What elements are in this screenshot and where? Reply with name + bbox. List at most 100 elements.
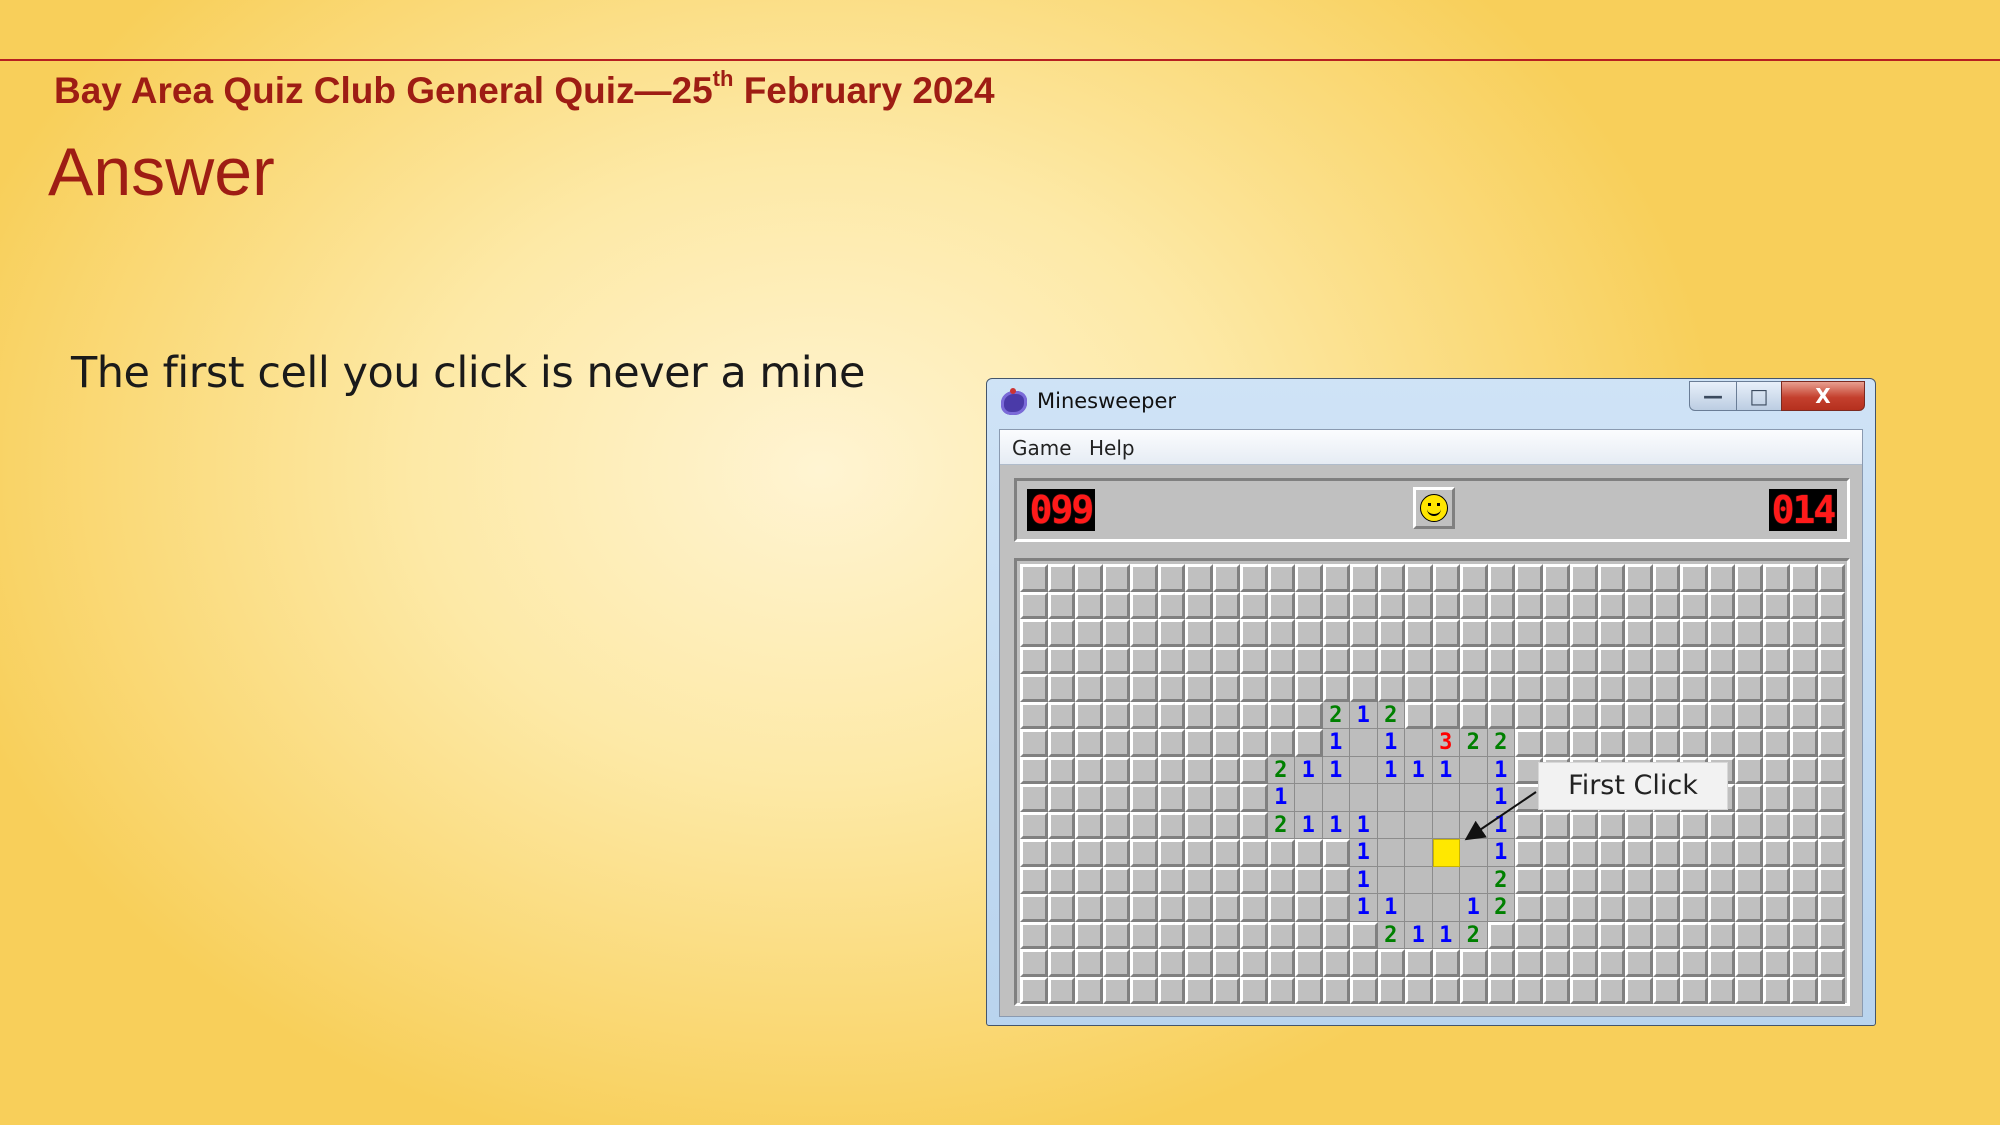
hidden-cell[interactable]: [1680, 564, 1708, 592]
hidden-cell[interactable]: [1075, 921, 1103, 949]
hidden-cell[interactable]: [1762, 701, 1790, 729]
hidden-cell[interactable]: [1735, 784, 1763, 812]
hidden-cell[interactable]: [1212, 949, 1240, 977]
hidden-cell[interactable]: [1377, 949, 1405, 977]
hidden-cell[interactable]: [1267, 976, 1295, 1004]
hidden-cell[interactable]: [1597, 646, 1625, 674]
hidden-cell[interactable]: [1625, 839, 1653, 867]
hidden-cell[interactable]: [1790, 866, 1818, 894]
hidden-cell[interactable]: [1817, 839, 1845, 867]
hidden-cell[interactable]: [1405, 591, 1433, 619]
hidden-cell[interactable]: [1020, 976, 1048, 1004]
hidden-cell[interactable]: [1570, 976, 1598, 1004]
hidden-cell[interactable]: [1652, 949, 1680, 977]
hidden-cell[interactable]: [1212, 591, 1240, 619]
hidden-cell[interactable]: [1570, 701, 1598, 729]
hidden-cell[interactable]: [1542, 894, 1570, 922]
hidden-cell[interactable]: [1432, 591, 1460, 619]
hidden-cell[interactable]: [1295, 729, 1323, 757]
hidden-cell[interactable]: [1102, 729, 1130, 757]
hidden-cell[interactable]: [1597, 591, 1625, 619]
hidden-cell[interactable]: [1707, 729, 1735, 757]
hidden-cell[interactable]: [1047, 921, 1075, 949]
hidden-cell[interactable]: [1130, 674, 1158, 702]
hidden-cell[interactable]: [1322, 921, 1350, 949]
hidden-cell[interactable]: [1735, 839, 1763, 867]
hidden-cell[interactable]: [1350, 976, 1378, 1004]
hidden-cell[interactable]: [1817, 591, 1845, 619]
hidden-cell[interactable]: [1817, 894, 1845, 922]
hidden-cell[interactable]: [1295, 701, 1323, 729]
hidden-cell[interactable]: [1487, 701, 1515, 729]
hidden-cell[interactable]: [1020, 756, 1048, 784]
hidden-cell[interactable]: [1735, 866, 1763, 894]
hidden-cell[interactable]: [1350, 591, 1378, 619]
hidden-cell[interactable]: [1377, 674, 1405, 702]
hidden-cell[interactable]: [1515, 949, 1543, 977]
hidden-cell[interactable]: [1212, 811, 1240, 839]
hidden-cell[interactable]: [1625, 646, 1653, 674]
hidden-cell[interactable]: [1295, 619, 1323, 647]
hidden-cell[interactable]: [1075, 811, 1103, 839]
hidden-cell[interactable]: [1625, 564, 1653, 592]
hidden-cell[interactable]: [1790, 784, 1818, 812]
hidden-cell[interactable]: [1625, 921, 1653, 949]
hidden-cell[interactable]: [1707, 619, 1735, 647]
hidden-cell[interactable]: [1597, 976, 1625, 1004]
hidden-cell[interactable]: [1185, 921, 1213, 949]
hidden-cell[interactable]: [1680, 674, 1708, 702]
hidden-cell[interactable]: [1130, 701, 1158, 729]
hidden-cell[interactable]: [1707, 921, 1735, 949]
hidden-cell[interactable]: [1185, 729, 1213, 757]
hidden-cell[interactable]: [1432, 976, 1460, 1004]
hidden-cell[interactable]: [1047, 949, 1075, 977]
hidden-cell[interactable]: [1295, 564, 1323, 592]
hidden-cell[interactable]: [1762, 729, 1790, 757]
hidden-cell[interactable]: [1817, 949, 1845, 977]
hidden-cell[interactable]: [1157, 701, 1185, 729]
hidden-cell[interactable]: [1652, 839, 1680, 867]
hidden-cell[interactable]: [1405, 619, 1433, 647]
hidden-cell[interactable]: [1322, 866, 1350, 894]
hidden-cell[interactable]: [1432, 949, 1460, 977]
hidden-cell[interactable]: [1817, 619, 1845, 647]
menu-help[interactable]: Help: [1089, 436, 1135, 460]
hidden-cell[interactable]: [1020, 619, 1048, 647]
hidden-cell[interactable]: [1652, 619, 1680, 647]
new-game-button[interactable]: [1413, 487, 1455, 529]
hidden-cell[interactable]: [1515, 564, 1543, 592]
hidden-cell[interactable]: [1185, 564, 1213, 592]
hidden-cell[interactable]: [1157, 949, 1185, 977]
hidden-cell[interactable]: [1542, 674, 1570, 702]
hidden-cell[interactable]: [1570, 729, 1598, 757]
hidden-cell[interactable]: [1075, 784, 1103, 812]
hidden-cell[interactable]: [1542, 591, 1570, 619]
hidden-cell[interactable]: [1817, 976, 1845, 1004]
close-button[interactable]: X: [1781, 381, 1865, 411]
hidden-cell[interactable]: [1817, 811, 1845, 839]
hidden-cell[interactable]: [1515, 921, 1543, 949]
hidden-cell[interactable]: [1707, 894, 1735, 922]
hidden-cell[interactable]: [1377, 564, 1405, 592]
hidden-cell[interactable]: [1515, 839, 1543, 867]
hidden-cell[interactable]: [1377, 591, 1405, 619]
hidden-cell[interactable]: [1185, 674, 1213, 702]
hidden-cell[interactable]: [1652, 976, 1680, 1004]
hidden-cell[interactable]: [1542, 976, 1570, 1004]
hidden-cell[interactable]: [1322, 976, 1350, 1004]
hidden-cell[interactable]: [1405, 949, 1433, 977]
hidden-cell[interactable]: [1680, 646, 1708, 674]
hidden-cell[interactable]: [1047, 784, 1075, 812]
hidden-cell[interactable]: [1267, 564, 1295, 592]
hidden-cell[interactable]: [1570, 674, 1598, 702]
hidden-cell[interactable]: [1075, 674, 1103, 702]
hidden-cell[interactable]: [1267, 894, 1295, 922]
hidden-cell[interactable]: [1762, 866, 1790, 894]
hidden-cell[interactable]: [1487, 619, 1515, 647]
hidden-cell[interactable]: [1570, 619, 1598, 647]
hidden-cell[interactable]: [1185, 811, 1213, 839]
hidden-cell[interactable]: [1130, 729, 1158, 757]
hidden-cell[interactable]: [1515, 674, 1543, 702]
hidden-cell[interactable]: [1047, 756, 1075, 784]
hidden-cell[interactable]: [1487, 564, 1515, 592]
